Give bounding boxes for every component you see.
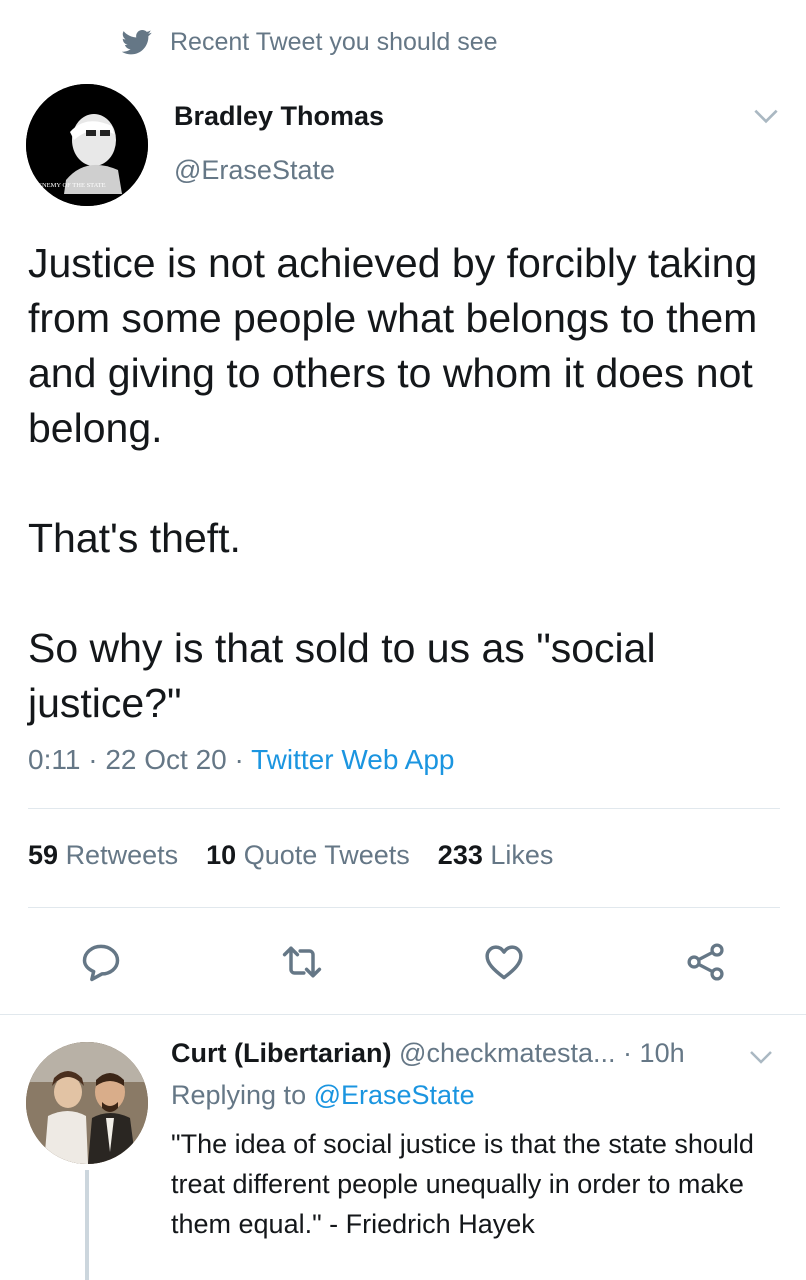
retweet-icon[interactable] [280,940,324,984]
replying-to-handle-link[interactable]: @EraseState [314,1080,475,1110]
tweet-text: Justice is not achieved by forcibly taki… [28,236,788,731]
tweet-paragraph: Justice is not achieved by forcibly taki… [28,240,758,451]
thread-line [85,1170,89,1280]
divider [0,1014,806,1015]
replying-to: Replying to @EraseState [171,1080,475,1111]
author-handle[interactable]: @EraseState [174,155,335,186]
tweet-stats: 59 Retweets 10 Quote Tweets 233 Likes [28,840,553,871]
like-heart-icon[interactable] [482,940,526,984]
avatar-caption: ENEMY OF THE STATE [38,182,106,189]
retweets-stat[interactable]: 59 Retweets [28,840,178,871]
tweet-paragraph: That's theft. [28,515,241,561]
author-avatar[interactable]: ENEMY OF THE STATE [26,84,148,206]
reply-text: "The idea of social justice is that the … [171,1129,754,1239]
reply-icon[interactable] [79,940,123,984]
reply-time: 10h [639,1038,685,1068]
reply-author-avatar[interactable] [26,1042,148,1164]
chevron-down-icon[interactable] [746,1042,776,1072]
context-text: Recent Tweet you should see [170,27,498,56]
tweet-paragraph: So why is that sold to us as "social jus… [28,625,656,726]
tweet-date: 22 Oct 20 [105,744,227,775]
tweet-meta: 0:11 · 22 Oct 20 · Twitter Web App [28,744,455,775]
reply-author-name[interactable]: Curt (Libertarian) [171,1038,392,1068]
twitter-bird-icon [122,30,152,55]
context-line: Recent Tweet you should see [122,24,498,60]
avatar-photo-image [26,1042,148,1164]
share-icon[interactable] [684,940,728,984]
likes-stat[interactable]: 233 Likes [438,840,554,871]
quote-tweets-stat[interactable]: 10 Quote Tweets [206,840,410,871]
chevron-down-icon[interactable] [750,100,782,132]
tweet-source-link[interactable]: Twitter Web App [251,744,454,775]
author-name[interactable]: Bradley Thomas [174,101,384,132]
reply-author-handle[interactable]: @checkmatesta... [399,1038,616,1068]
reply-header: Curt (Libertarian) @checkmatesta... · 10… [171,1038,685,1068]
divider [28,907,780,908]
replying-to-prefix: Replying to [171,1080,307,1110]
divider [28,808,780,809]
avatar-portrait-image: ENEMY OF THE STATE [26,84,148,206]
tweet-time: 0:11 [28,744,81,775]
